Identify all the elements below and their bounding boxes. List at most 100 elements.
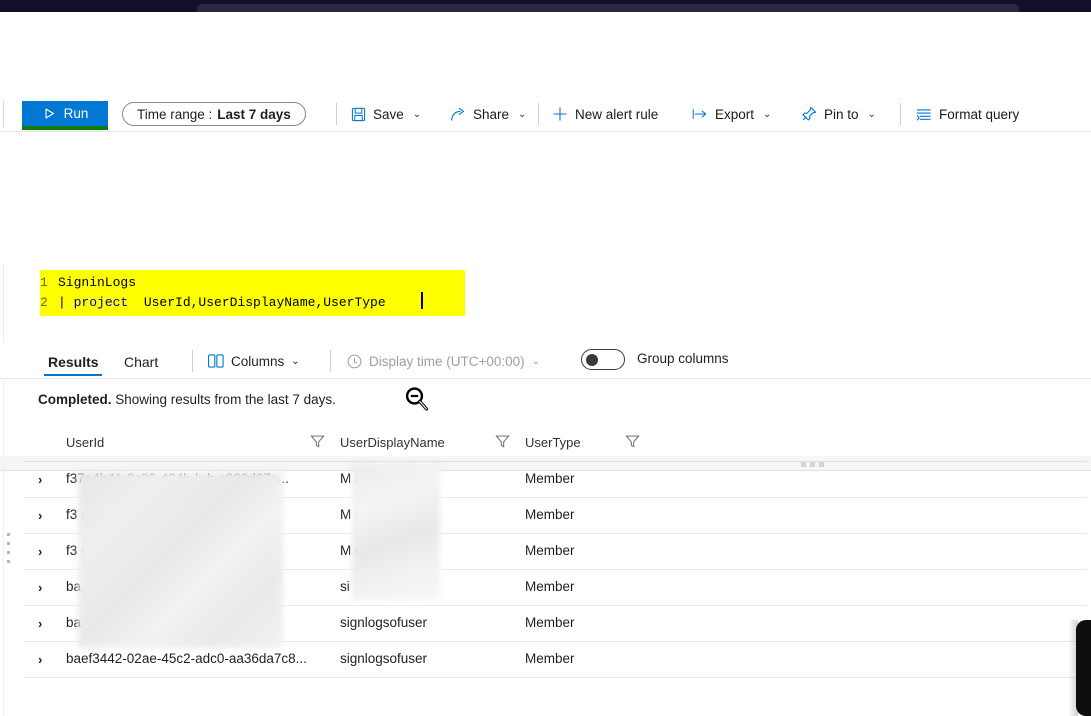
clock-icon xyxy=(346,353,362,369)
column-header-usertype[interactable]: UserType xyxy=(525,435,581,450)
chevron-down-icon: ⌄ xyxy=(412,108,422,120)
export-icon xyxy=(692,106,708,122)
results-toolbar-divider xyxy=(0,378,1091,379)
pin-icon xyxy=(801,106,817,122)
cell-userid: baef3442-02ae-45c2-adc0-aa36da7c8... xyxy=(66,651,307,666)
line-number-2: 2 xyxy=(40,295,48,310)
results-toolbar-separator-1 xyxy=(192,350,193,372)
tab-results-active-underline xyxy=(44,374,102,376)
cell-usertype: Member xyxy=(525,507,575,522)
run-button-active-underline xyxy=(22,126,108,130)
filter-icon-userdisplayname[interactable] xyxy=(495,434,511,450)
chevron-right-icon[interactable]: › xyxy=(38,472,42,487)
cell-userid: ba a7c8... xyxy=(66,615,126,630)
cell-usertype: Member xyxy=(525,615,575,630)
cell-userdisplayname: signlogsofuser xyxy=(340,651,428,666)
group-columns-toggle-knob xyxy=(586,354,598,366)
time-range-label: Time range : xyxy=(137,106,213,122)
table-row[interactable]: › f37a4b41-8c80-424b-b-b-c980d07c... M r… xyxy=(0,462,1091,498)
columns-icon xyxy=(208,353,224,369)
query-editor[interactable]: 1 SigninLogs 2 | project UserId,UserDispla… xyxy=(0,132,1091,471)
display-time-button[interactable]: Display time (UTC+00:00) ⌄ xyxy=(346,348,540,374)
save-button-label: Save xyxy=(373,106,404,122)
cell-usertype: Member xyxy=(525,471,575,486)
share-button[interactable]: Share ⌄ xyxy=(450,100,526,128)
run-button-label: Run xyxy=(63,106,89,121)
format-icon xyxy=(916,106,932,122)
browser-tab[interactable] xyxy=(197,4,1019,12)
tab-results-label: Results xyxy=(48,354,99,370)
cell-userdisplayname: signlogsofuser xyxy=(340,615,428,630)
group-columns-toggle[interactable] xyxy=(581,349,625,370)
table-header-row: UserId UserDisplayName UserType xyxy=(0,425,1091,462)
command-bar-separator-1 xyxy=(336,103,337,125)
code-line-1-text: SigninLogs xyxy=(58,275,137,290)
chevron-right-icon[interactable]: › xyxy=(38,616,42,631)
chevron-right-icon[interactable]: › xyxy=(38,508,42,523)
command-bar-separator-3 xyxy=(900,103,901,125)
format-query-button[interactable]: Format query xyxy=(916,100,1019,128)
plus-icon xyxy=(552,106,568,122)
chevron-down-icon: ⌄ xyxy=(867,108,876,120)
command-bar-left-rule xyxy=(3,101,4,127)
column-header-userid[interactable]: UserId xyxy=(66,435,104,450)
cell-userid: f37a4b41-8c80-424b-b-b-c980d07c... xyxy=(66,471,289,486)
pin-to-label: Pin to xyxy=(824,106,859,122)
cell-usertype: Member xyxy=(525,579,575,594)
pin-to-button[interactable]: Pin to ⌄ xyxy=(801,100,876,128)
chevron-right-icon[interactable]: › xyxy=(38,580,42,595)
run-button[interactable]: Run xyxy=(22,101,108,126)
table-row[interactable]: › ba a7c8... signlogsofuser Member xyxy=(0,606,1091,642)
results-status-prefix: Completed. xyxy=(38,392,112,407)
cell-userdisplayname: M reem xyxy=(340,471,386,486)
new-alert-rule-label: New alert rule xyxy=(575,106,659,122)
bottom-right-panel[interactable] xyxy=(1076,620,1091,716)
line-number-1: 1 xyxy=(40,275,48,290)
filter-icon-userid[interactable] xyxy=(310,434,326,450)
export-button-label: Export xyxy=(715,106,755,122)
cell-userdisplayname: si xyxy=(340,579,350,594)
text-caret xyxy=(421,292,423,309)
table-row[interactable]: › baef3442-02ae-45c2-adc0-aa36da7c8... s… xyxy=(0,642,1091,678)
table-row-divider xyxy=(24,677,1087,678)
chevron-down-icon: ⌄ xyxy=(531,355,541,367)
columns-button[interactable]: Columns ⌄ xyxy=(208,348,300,374)
chevron-right-icon[interactable]: › xyxy=(38,544,42,559)
chevron-down-icon: ⌄ xyxy=(291,355,300,367)
share-icon xyxy=(450,106,466,122)
cell-userid: f3 d07c... xyxy=(66,543,122,558)
results-status: Completed. Showing results from the last… xyxy=(38,392,336,407)
tab-results[interactable]: Results xyxy=(48,348,99,376)
command-bar-separator-2 xyxy=(538,103,539,125)
time-range-picker[interactable]: Time range : Last 7 days xyxy=(122,102,306,126)
new-alert-rule-button[interactable]: New alert rule xyxy=(552,100,658,128)
chevron-down-icon: ⌄ xyxy=(763,108,772,120)
export-button[interactable]: Export ⌄ xyxy=(692,100,771,128)
cell-userdisplayname: M reem xyxy=(340,507,386,522)
table-row[interactable]: › ba a7c8... si Member xyxy=(0,570,1091,606)
filter-icon-usertype[interactable] xyxy=(625,434,641,450)
play-icon xyxy=(42,106,58,122)
tab-chart-label: Chart xyxy=(124,354,159,370)
chevron-right-icon[interactable]: › xyxy=(38,652,42,667)
code-line-2-keyword: project xyxy=(73,295,129,310)
save-button[interactable]: Save ⌄ xyxy=(350,100,421,128)
code-line-2: 2 | project UserId,UserDisplayName,UserTy… xyxy=(40,292,386,313)
tab-chart[interactable]: Chart xyxy=(124,348,158,376)
table-row[interactable]: › f3 d07c... M reem Member xyxy=(0,498,1091,534)
table-row[interactable]: › f3 d07c... M reem Member xyxy=(0,534,1091,570)
group-columns-toggle-label: Group columns xyxy=(637,351,729,366)
display-time-label: Display time (UTC+00:00) xyxy=(369,353,525,369)
results-toolbar xyxy=(0,342,1091,378)
results-toolbar-separator-2 xyxy=(330,350,331,372)
save-icon xyxy=(350,106,366,122)
format-query-label: Format query xyxy=(939,106,1020,122)
cell-userid: f3 d07c... xyxy=(66,507,122,522)
share-button-label: Share xyxy=(473,106,510,122)
cell-usertype: Member xyxy=(525,543,575,558)
code-line-2-text: UserId,UserDisplayName,UserType xyxy=(128,295,386,310)
time-range-value: Last 7 days xyxy=(217,106,291,122)
code-line-1: 1 SigninLogs xyxy=(40,272,136,293)
column-header-userdisplayname[interactable]: UserDisplayName xyxy=(340,435,445,450)
results-status-text: Showing results from the last 7 days. xyxy=(111,392,336,407)
